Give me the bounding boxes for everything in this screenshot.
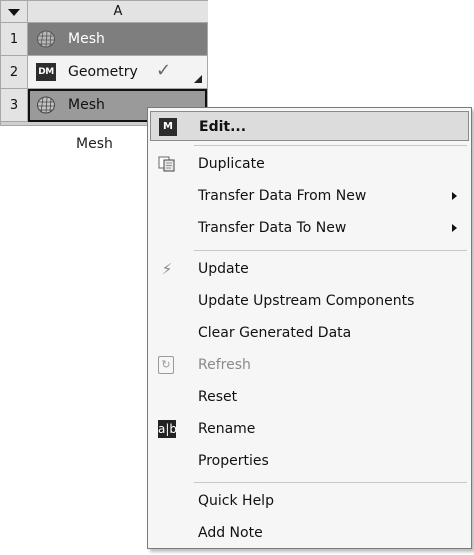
menu-separator	[194, 250, 467, 251]
menu-item-label: Update	[198, 261, 249, 277]
system-menu-dropdown[interactable]	[1, 1, 28, 23]
system-row-mesh[interactable]: 1 Mesh	[1, 23, 207, 56]
menu-item-properties[interactable]: Properties	[150, 446, 469, 476]
menu-item-rename[interactable]: a|b Rename	[150, 414, 469, 444]
menu-item-label: Edit...	[199, 119, 247, 135]
mesh-icon	[36, 96, 56, 114]
menu-item-label: Clear Generated Data	[198, 325, 352, 341]
system-cell[interactable]: Mesh	[28, 23, 207, 56]
system-row-geometry[interactable]: 2 DM Geometry ✓	[1, 56, 207, 89]
menu-item-transfer-from-new[interactable]: Transfer Data From New	[150, 181, 469, 211]
row-number: 3	[1, 89, 28, 122]
cell-label: Mesh	[68, 31, 105, 47]
menu-item-add-note[interactable]: Add Note	[150, 518, 469, 548]
row-number: 1	[1, 23, 28, 56]
checkmark-icon: ✓	[156, 60, 172, 81]
menu-separator	[194, 145, 467, 146]
triangle-down-icon	[8, 9, 20, 16]
design-modeler-icon: DM	[36, 63, 56, 81]
refresh-icon: ↻	[158, 356, 176, 374]
corner-arrow-icon	[194, 75, 202, 83]
cell-label: Geometry	[68, 64, 138, 80]
menu-item-label: Transfer Data To New	[198, 220, 347, 236]
lightning-bolt-icon: ⚡	[161, 260, 173, 278]
submenu-arrow-icon	[452, 224, 457, 232]
menu-item-label: Properties	[198, 453, 269, 469]
cell-label: Mesh	[68, 97, 105, 113]
menu-item-quick-help[interactable]: Quick Help	[150, 486, 469, 516]
menu-item-label: Update Upstream Components	[198, 293, 415, 309]
menu-item-label: Transfer Data From New	[198, 188, 367, 204]
dm-icon-text: DM	[36, 63, 56, 81]
menu-item-transfer-to-new[interactable]: Transfer Data To New	[150, 213, 469, 243]
menu-item-label: Refresh	[198, 357, 251, 373]
menu-item-label: Add Note	[198, 525, 263, 541]
menu-separator	[194, 482, 467, 483]
submenu-arrow-icon	[452, 192, 457, 200]
menu-item-duplicate[interactable]: Duplicate	[150, 149, 469, 179]
refresh-box-icon: ↻	[158, 356, 174, 374]
menu-item-label: Reset	[198, 389, 238, 405]
menu-item-update[interactable]: ⚡ Update	[150, 254, 469, 284]
menu-item-clear-generated-data[interactable]: Clear Generated Data	[150, 318, 469, 348]
menu-item-reset[interactable]: Reset	[150, 382, 469, 412]
context-menu: M Edit... Duplicate Transfer Data From N…	[147, 107, 472, 549]
meshing-app-icon: M	[159, 118, 177, 136]
system-cell[interactable]: DM Geometry ✓	[28, 56, 207, 89]
column-header: A	[28, 1, 208, 23]
menu-item-label: Quick Help	[198, 493, 274, 509]
duplicate-icon	[158, 155, 176, 173]
mesh-icon	[36, 30, 56, 48]
menu-item-edit[interactable]: M Edit...	[150, 111, 469, 141]
system-title[interactable]: Mesh	[76, 136, 113, 152]
row-number: 2	[1, 56, 28, 89]
menu-item-label: Duplicate	[198, 156, 265, 172]
rename-icon: a|b	[158, 420, 178, 438]
menu-item-update-upstream[interactable]: Update Upstream Components	[150, 286, 469, 316]
menu-item-refresh: ↻ Refresh	[150, 350, 469, 380]
menu-item-label: Rename	[198, 421, 256, 437]
